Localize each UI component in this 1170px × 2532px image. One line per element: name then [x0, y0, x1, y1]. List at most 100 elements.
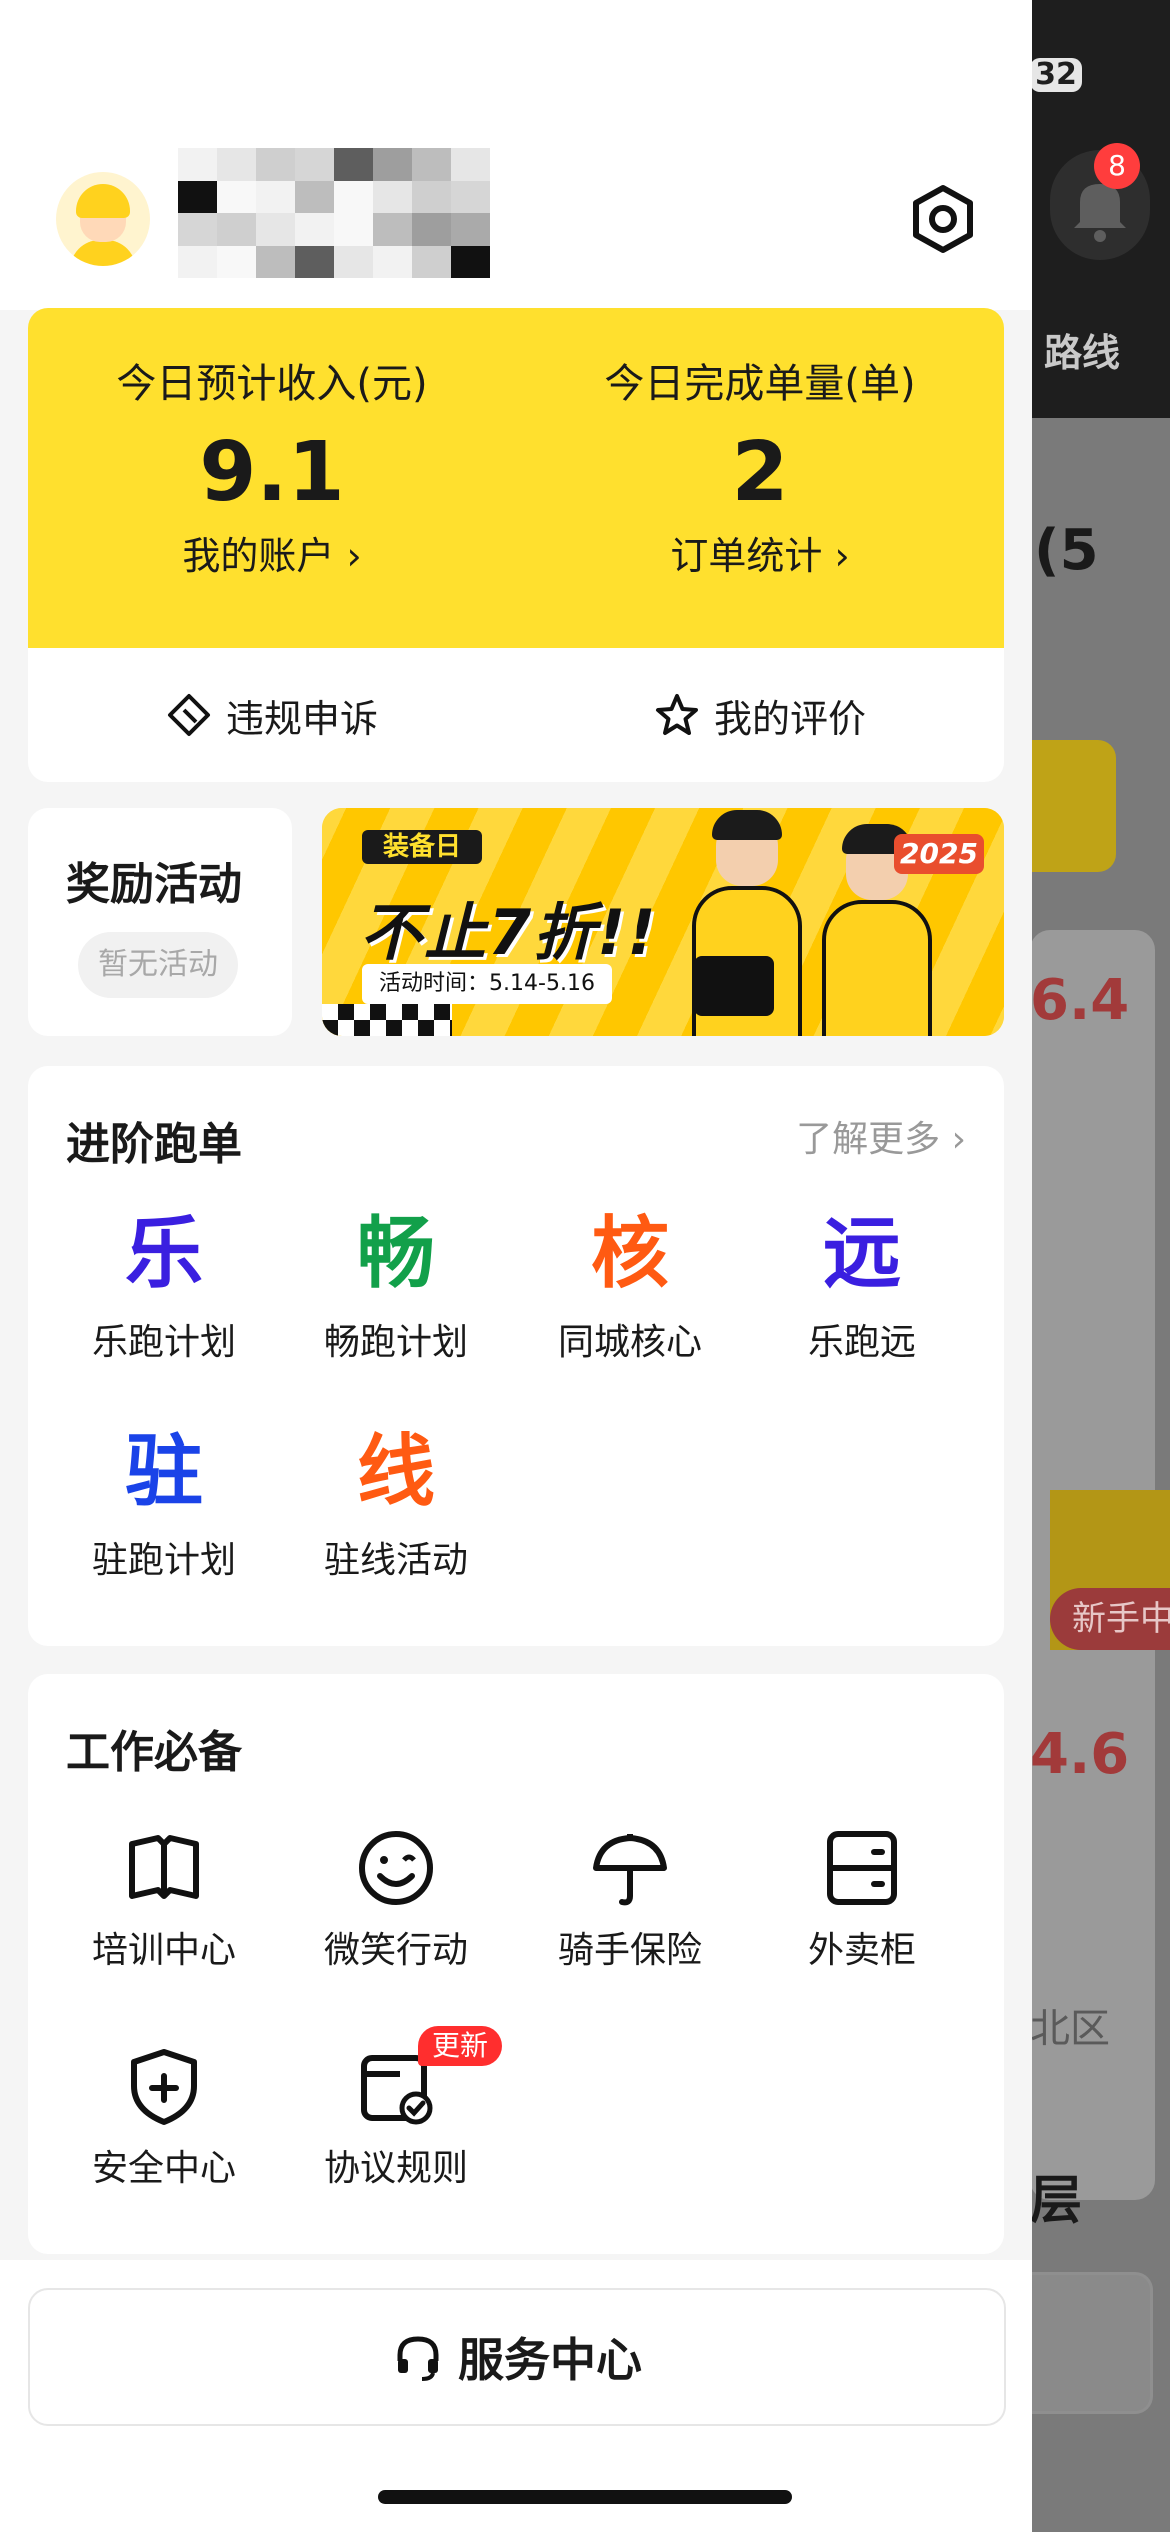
headset-icon	[397, 2336, 439, 2381]
mosaic-cell	[295, 245, 334, 278]
advanced-item-changpao[interactable]: 畅 畅跑计划	[280, 1206, 512, 1368]
side-drawer: 今日预计收入(元) 9.1 我的账户 › 今日完成单量(单) 2 订单统计 › …	[0, 0, 1032, 2532]
glyph: 乐	[124, 1209, 203, 1299]
advanced-item-tongcheng[interactable]: 核 同城核心	[514, 1206, 746, 1368]
banner-checker	[322, 1004, 452, 1036]
advanced-item-zhupao[interactable]: 驻 驻跑计划	[48, 1424, 280, 1586]
advanced-item-label: 乐跑远	[807, 1322, 916, 1363]
background-title-fragment: (5	[1034, 518, 1099, 583]
income-value: 9.1	[199, 425, 345, 520]
advanced-item-zhuxian[interactable]: 线 驻线活动	[280, 1424, 512, 1586]
learn-more-link[interactable]: 了解更多 ›	[796, 1110, 966, 1162]
banner-date: 活动时间：5.14-5.16	[362, 964, 612, 1004]
income-column: 今日预计收入(元) 9.1 我的账户 ›	[28, 356, 516, 584]
advanced-card: 进阶跑单 了解更多 › 乐 乐跑计划 畅 畅跑计划 核 同城核心 远 乐跑远 驻…	[28, 1066, 1004, 1646]
settings-icon[interactable]	[908, 184, 978, 254]
shield-icon	[48, 2032, 280, 2128]
mosaic-cell	[178, 180, 217, 213]
avatar-helmet	[76, 184, 130, 218]
orders-column: 今日完成单量(单) 2 订单统计 ›	[516, 356, 1004, 584]
review-label: 我的评价	[713, 696, 866, 741]
mosaic-cell	[412, 245, 451, 278]
reward-card[interactable]: 奖励活动 暂无活动	[28, 808, 292, 1036]
battery-indicator: 32	[1030, 58, 1082, 92]
mosaic-cell	[295, 213, 334, 246]
advanced-item-label: 畅跑计划	[323, 1322, 468, 1363]
mosaic-cell	[451, 148, 490, 181]
background-value-2: 4.6	[1030, 1722, 1130, 1787]
my-review-button[interactable]: 我的评价	[516, 648, 1004, 782]
glyph: 驻	[124, 1427, 203, 1517]
route-tab-label: 路线	[1044, 331, 1121, 375]
advanced-item-lepaoyuan[interactable]: 远 乐跑远	[746, 1206, 978, 1368]
banner-logo: 装备日	[362, 830, 482, 864]
mosaic-cell	[412, 148, 451, 181]
glyph: 畅	[356, 1209, 435, 1299]
mosaic-cell	[217, 245, 256, 278]
mosaic-cell	[178, 245, 217, 278]
mosaic-cell	[373, 180, 412, 213]
tool-locker[interactable]: 外卖柜	[746, 1814, 978, 1976]
reward-status: 暂无活动	[78, 932, 238, 998]
update-badge: 更新	[418, 2026, 503, 2066]
glyph: 远	[822, 1209, 901, 1299]
mosaic-cell	[256, 245, 295, 278]
mosaic-cell	[334, 245, 373, 278]
avatar-shirt	[70, 240, 136, 266]
mosaic-cell	[451, 245, 490, 278]
my-account-link[interactable]: 我的账户 ›	[28, 528, 516, 584]
orders-label: 今日完成单量(单)	[604, 361, 916, 407]
background-app: 32 8 路线 (5 6.4 新手中 4.6 北区 层	[1030, 0, 1170, 2532]
tool-label: 外卖柜	[807, 1930, 916, 1971]
service-center-button[interactable]: 服务中心	[28, 2288, 1006, 2426]
tool-agreement[interactable]: 更新 协议规则	[280, 2026, 512, 2194]
tool-training[interactable]: 培训中心	[48, 1814, 280, 1976]
star-icon	[655, 694, 698, 735]
mosaic-cell	[178, 213, 217, 246]
promo-banner[interactable]: 装备日 不止7折!! 活动时间：5.14-5.16 2025	[322, 808, 1004, 1036]
appeal-button[interactable]: 违规申诉	[28, 648, 516, 782]
mosaic-cell	[256, 213, 295, 246]
background-button	[1030, 740, 1116, 872]
background-district: 北区	[1030, 2006, 1110, 2052]
glyph: 线	[356, 1427, 435, 1517]
mosaic-cell	[334, 148, 373, 181]
income-label: 今日预计收入(元)	[116, 361, 428, 407]
advanced-item-label: 驻线活动	[323, 1540, 468, 1581]
mosaic-cell	[295, 148, 334, 181]
advanced-title: 进阶跑单	[66, 1119, 242, 1170]
tools-card: 工作必备 培训中心 微笑行动 骑手保险 外卖柜 安全中心 更新 协议规则	[28, 1674, 1004, 2254]
orders-value: 2	[731, 425, 789, 520]
tool-smile[interactable]: 微笑行动	[280, 1814, 512, 1976]
mosaic-cell	[217, 213, 256, 246]
home-indicator[interactable]	[378, 2490, 792, 2504]
background-value-1: 6.4	[1030, 968, 1130, 1033]
banner-year: 2025	[894, 834, 984, 874]
appeal-icon	[167, 694, 210, 736]
avatar[interactable]	[56, 172, 150, 266]
locker-icon	[746, 1814, 978, 1910]
tools-title: 工作必备	[66, 1727, 242, 1778]
mosaic-cell	[373, 245, 412, 278]
earnings-card: 今日预计收入(元) 9.1 我的账户 › 今日完成单量(单) 2 订单统计 ›	[28, 308, 1004, 648]
earnings-actions: 违规申诉 我的评价	[28, 648, 1004, 782]
mosaic-cell	[451, 180, 490, 213]
mosaic-cell	[217, 148, 256, 181]
mosaic-cell	[373, 213, 412, 246]
tool-label: 安全中心	[91, 2148, 236, 2189]
background-layer: 层	[1030, 2171, 1083, 2231]
background-box	[1030, 2272, 1153, 2414]
mosaic-cell	[256, 148, 295, 181]
mosaic-cell	[178, 148, 217, 181]
mosaic-cell	[334, 213, 373, 246]
tool-safety[interactable]: 安全中心	[48, 2032, 280, 2194]
appeal-label: 违规申诉	[225, 696, 378, 741]
advanced-item-lepao[interactable]: 乐 乐跑计划	[48, 1206, 280, 1368]
tool-insurance[interactable]: 骑手保险	[514, 1814, 746, 1976]
reward-title: 奖励活动	[66, 859, 242, 910]
glyph: 核	[590, 1209, 669, 1299]
order-stats-link[interactable]: 订单统计 ›	[516, 528, 1004, 584]
banner-delivery-box	[694, 956, 774, 1016]
tool-label: 微笑行动	[323, 1930, 468, 1971]
umbrella-icon	[514, 1814, 746, 1910]
